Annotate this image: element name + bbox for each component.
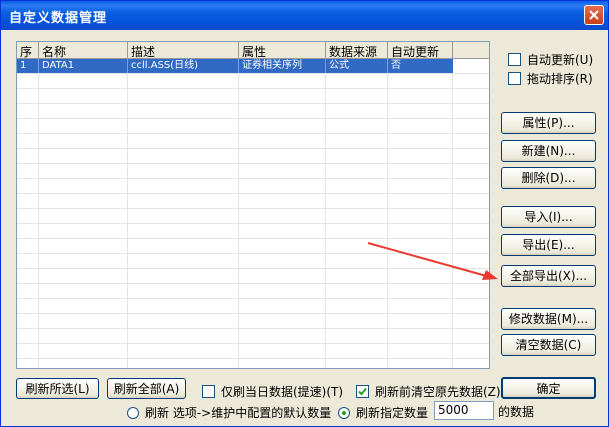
column-header-attr[interactable]: 属性: [239, 42, 326, 59]
clear-before-refresh-label: 刷新前清空原先数据(Z): [375, 385, 501, 399]
today-only-label: 仅刷当日数据(提速)(T): [221, 385, 344, 399]
new-button[interactable]: 新建(N)...: [501, 140, 596, 162]
count-suffix: 的数据: [498, 405, 535, 419]
cell-index: 1: [17, 59, 39, 73]
grid-body: [17, 59, 489, 368]
radio-default-circle[interactable]: [127, 406, 139, 419]
refresh-all-button[interactable]: 刷新全部(A): [107, 378, 186, 399]
export-all-button[interactable]: 全部导出(X)...: [501, 265, 596, 287]
cell-source: 公式: [326, 59, 388, 73]
clear-data-button[interactable]: 清空数据(C): [501, 334, 596, 356]
auto-update-label: 自动更新(U): [527, 53, 594, 67]
cell-attr: 证券相关序列: [239, 59, 326, 73]
drag-sort-checkbox[interactable]: 拖动排序(R): [508, 70, 593, 87]
cell-desc: ccll.ASS(日线): [128, 59, 239, 73]
properties-button[interactable]: 属性(P)...: [501, 112, 596, 134]
modify-data-button[interactable]: 修改数据(M)...: [501, 308, 596, 330]
auto-update-checkbox[interactable]: 自动更新(U): [508, 51, 593, 68]
radio-default-label: 刷新 选项->维护中配置的默认数量: [145, 406, 332, 420]
export-button[interactable]: 导出(E)...: [501, 234, 596, 256]
today-only-box[interactable]: [202, 385, 215, 398]
title-bar[interactable]: 自定义数据管理: [1, 1, 608, 30]
ok-button[interactable]: 确定: [501, 377, 596, 399]
cell-name: DATA1: [39, 59, 128, 73]
clear-before-refresh-checkbox[interactable]: 刷新前清空原先数据(Z): [356, 383, 501, 400]
close-icon: [589, 10, 599, 20]
auto-update-box[interactable]: [508, 53, 521, 66]
column-header-desc[interactable]: 描述: [128, 42, 239, 59]
import-button[interactable]: 导入(I)...: [501, 206, 596, 228]
refresh-selected-button[interactable]: 刷新所选(L): [16, 378, 99, 399]
data-grid[interactable]: 序 名称 描述 属性 数据来源 自动更新 1 DATA1 ccll.ASS(日线…: [16, 41, 490, 369]
column-header-name[interactable]: 名称: [39, 42, 128, 59]
window-title: 自定义数据管理: [9, 11, 108, 26]
drag-sort-label: 拖动排序(R): [527, 72, 593, 86]
close-button[interactable]: [584, 5, 604, 25]
column-header-index[interactable]: 序: [17, 42, 39, 59]
dialog-window: 自定义数据管理 序 名称 描述 属性 数据来源 自动更新 1 DATA1 ccl…: [0, 0, 609, 427]
cell-auto-update: 否: [388, 59, 453, 73]
column-header-auto-update[interactable]: 自动更新: [388, 42, 453, 59]
delete-button[interactable]: 删除(D)...: [501, 167, 596, 189]
drag-sort-box[interactable]: [508, 72, 521, 85]
grid-header: 序 名称 描述 属性 数据来源 自动更新: [17, 42, 489, 59]
column-header-filler: [453, 42, 489, 59]
checkmark-icon: [358, 387, 367, 396]
count-input[interactable]: 5000: [434, 401, 494, 420]
radio-specified-label: 刷新指定数量: [356, 406, 429, 420]
today-only-checkbox[interactable]: 仅刷当日数据(提速)(T): [202, 383, 343, 400]
column-header-source[interactable]: 数据来源: [326, 42, 388, 59]
radio-default-count[interactable]: 刷新 选项->维护中配置的默认数量: [127, 404, 331, 421]
radio-specified-circle[interactable]: [338, 406, 350, 419]
clear-before-refresh-box[interactable]: [356, 385, 369, 398]
radio-specified-count[interactable]: 刷新指定数量: [338, 404, 428, 421]
